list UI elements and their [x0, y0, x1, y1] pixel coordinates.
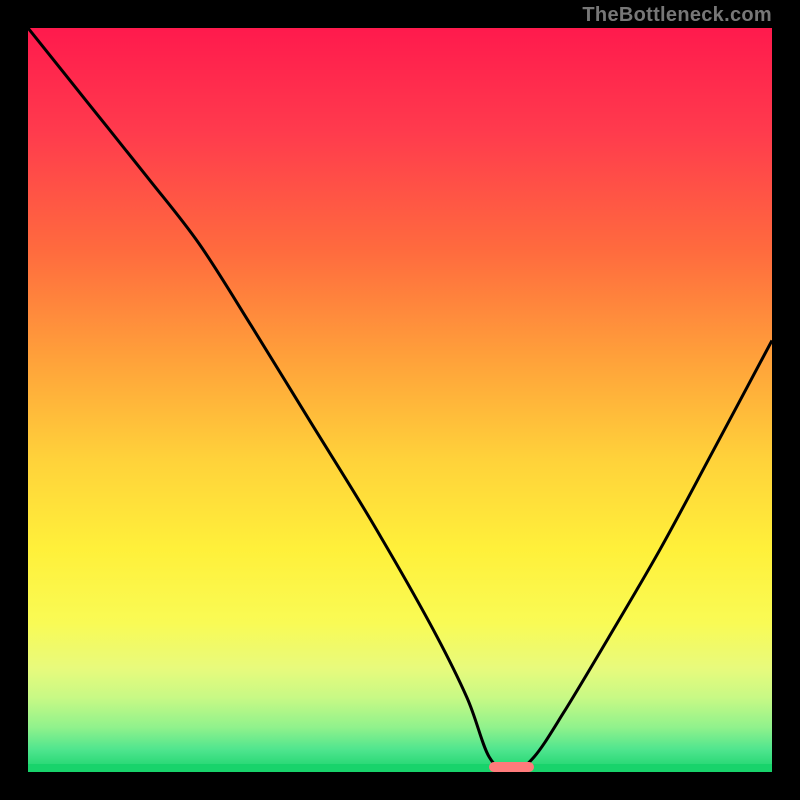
- bottleneck-curve: [28, 28, 772, 772]
- sweet-spot-marker: [489, 762, 534, 772]
- watermark-text: TheBottleneck.com: [582, 4, 772, 27]
